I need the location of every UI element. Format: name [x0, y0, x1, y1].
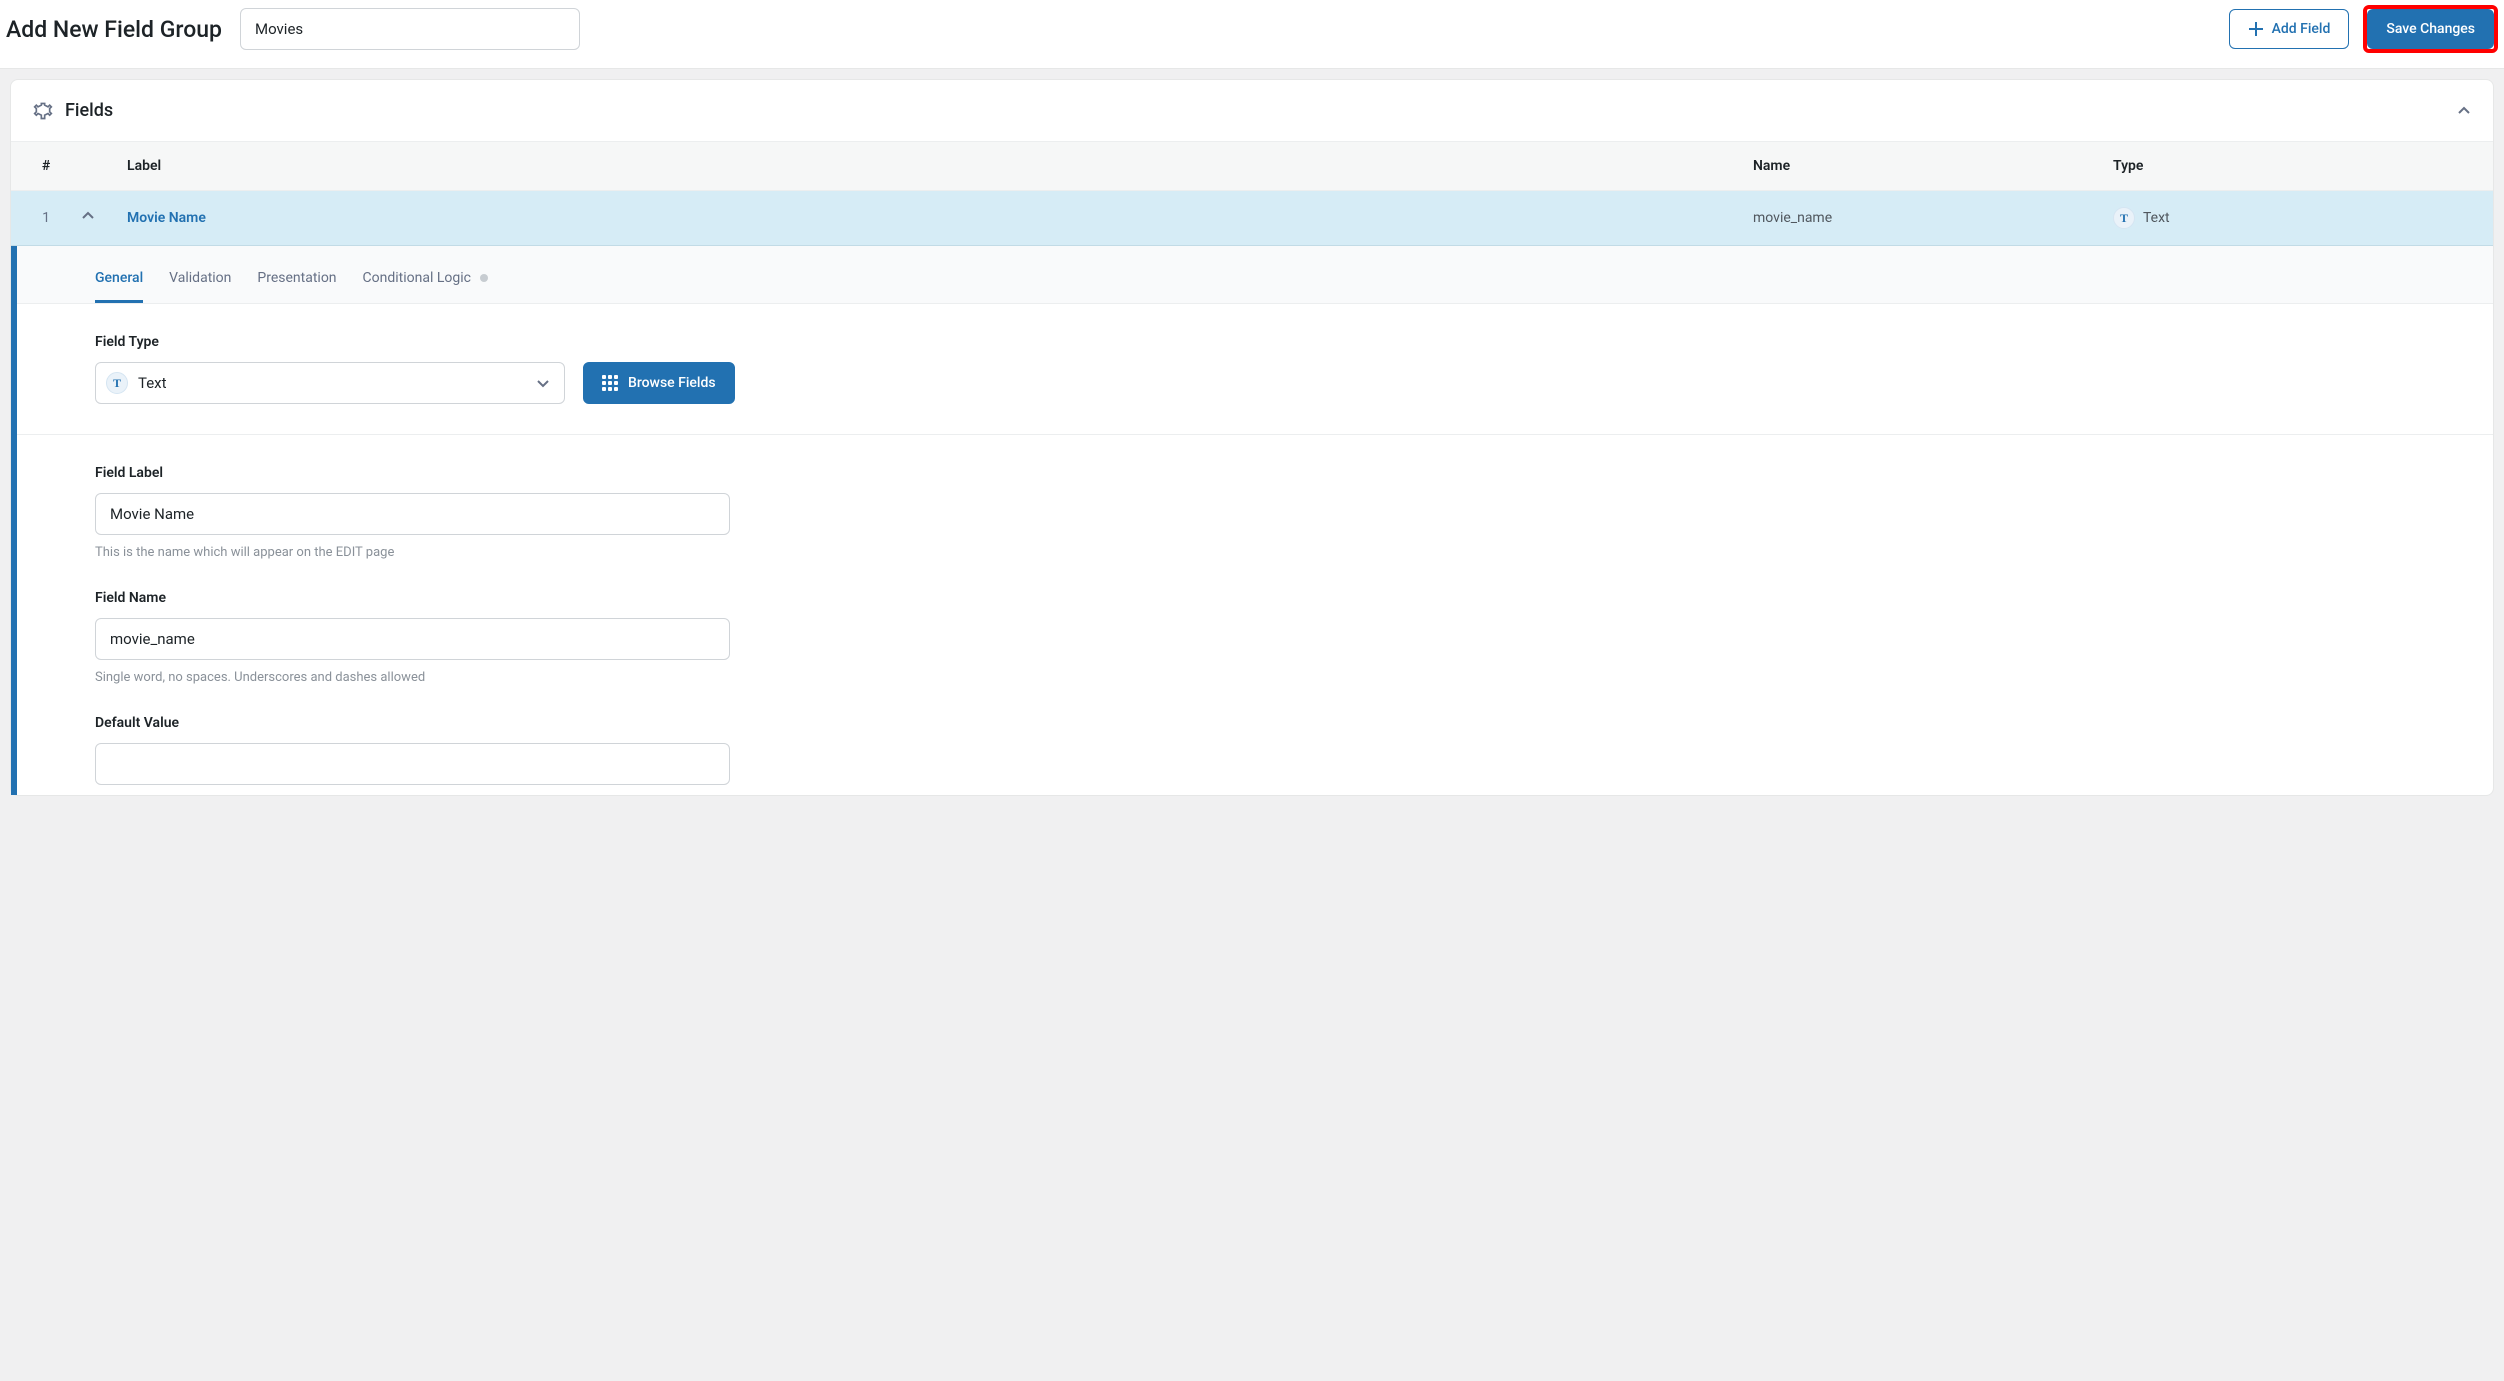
collapse-panel-icon[interactable]: [2457, 104, 2471, 118]
field-name-help: Single word, no spaces. Underscores and …: [95, 670, 2465, 685]
add-field-button[interactable]: Add Field: [2229, 9, 2350, 49]
fields-table-header: # Label Name Type: [11, 141, 2493, 191]
field-label-input[interactable]: [95, 493, 730, 535]
top-bar: Add New Field Group Add Field Save Chang…: [0, 0, 2504, 69]
default-value-input[interactable]: [95, 743, 730, 785]
row-label[interactable]: Movie Name: [127, 210, 1753, 226]
field-name-input[interactable]: [95, 618, 730, 660]
field-label-section: Field Label This is the name which will …: [17, 435, 2493, 795]
save-button-highlight: Save Changes: [2367, 9, 2494, 49]
tab-conditional-label: Conditional Logic: [363, 270, 471, 286]
tab-conditional-logic[interactable]: Conditional Logic: [363, 260, 489, 303]
browse-fields-button[interactable]: Browse Fields: [583, 362, 735, 404]
field-type-section: Field Type T Text: [17, 304, 2493, 435]
row-collapse-icon[interactable]: [81, 209, 95, 223]
field-type-select[interactable]: T Text: [95, 362, 565, 404]
col-header-num: #: [11, 158, 81, 174]
row-name: movie_name: [1753, 210, 2113, 226]
fields-panel: Fields # Label Name Type 1 Movie Name mo…: [10, 79, 2494, 796]
field-editor-body: General Validation Presentation Conditio…: [11, 246, 2493, 795]
browse-fields-label: Browse Fields: [628, 375, 716, 391]
field-row[interactable]: 1 Movie Name movie_name T Text: [11, 191, 2493, 246]
row-type-text: Text: [2143, 210, 2170, 226]
col-header-label: Label: [127, 158, 1753, 174]
default-value-heading: Default Value: [95, 715, 2465, 731]
col-header-name: Name: [1753, 158, 2113, 174]
field-tabs: General Validation Presentation Conditio…: [17, 246, 2493, 304]
tab-validation[interactable]: Validation: [169, 260, 231, 303]
row-type: T Text: [2113, 207, 2493, 229]
field-label-heading: Field Label: [95, 465, 2465, 481]
page-title: Add New Field Group: [6, 16, 222, 43]
field-label-help: This is the name which will appear on th…: [95, 545, 2465, 560]
field-type-selected-text: Text: [138, 374, 167, 392]
save-changes-button[interactable]: Save Changes: [2367, 9, 2494, 49]
field-group-title-input[interactable]: [240, 8, 580, 50]
grid-icon: [602, 375, 618, 391]
tab-general[interactable]: General: [95, 260, 143, 303]
field-type-label: Field Type: [95, 334, 2465, 350]
panel-title: Fields: [65, 100, 113, 121]
type-badge-icon: T: [2113, 207, 2135, 229]
chevron-down-icon: [536, 376, 550, 390]
panel-header: Fields: [11, 80, 2493, 141]
conditional-indicator-icon: [480, 274, 488, 282]
tab-presentation[interactable]: Presentation: [257, 260, 336, 303]
field-name-heading: Field Name: [95, 590, 2465, 606]
fields-icon: [33, 101, 53, 121]
field-type-badge-icon: T: [106, 372, 128, 394]
plus-icon: [2248, 21, 2264, 37]
save-changes-label: Save Changes: [2386, 21, 2475, 37]
add-field-label: Add Field: [2272, 21, 2331, 37]
col-header-type: Type: [2113, 158, 2493, 174]
row-number: 1: [11, 210, 81, 226]
